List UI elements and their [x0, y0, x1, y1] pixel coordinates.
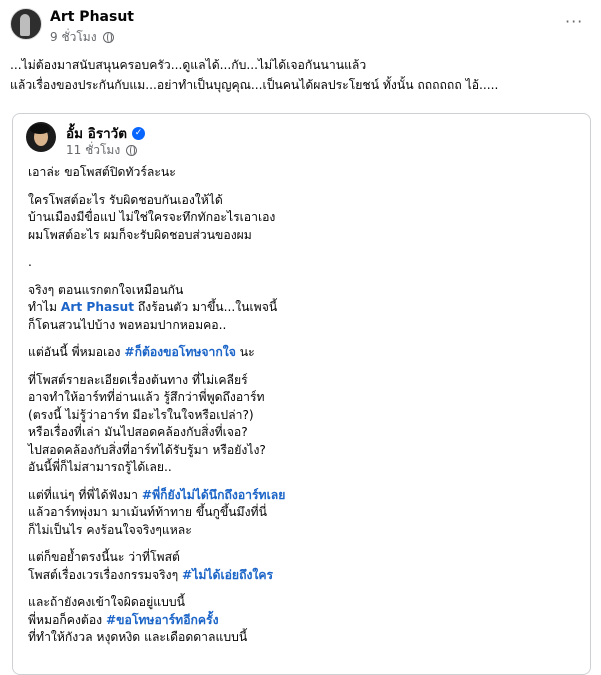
body-line: โพสต์เรื่องเวรเรื่องกรรมจริงๆ #ไม่ได้เอ่…	[28, 567, 578, 585]
body-line: หรือเรื่องที่เล่า มันไปสอดคล้องกับสิ่งที…	[28, 425, 248, 439]
body-text: ทำไม	[28, 300, 61, 314]
shared-time[interactable]: 11 ชั่วโมง	[66, 141, 120, 160]
body-line: แต่ก็ขอย้ำตรงนี้นะ ว่าที่โพสต์	[28, 550, 180, 564]
body-text: ถึงร้อนตัว มาขึ้น...ในเพจนี้	[134, 300, 278, 314]
body-line: และถ้ายังคงเข้าใจผิดอยู่แบบนี้	[28, 595, 185, 609]
post-time[interactable]: 9 ชั่วโมง	[50, 28, 97, 47]
body-text: แต่อันนี้ พี่หมอเอง	[28, 345, 125, 359]
author-avatar[interactable]	[10, 8, 42, 40]
body-line: .	[28, 255, 32, 269]
body-line: แล้วอาร์ทพุ่งมา มาเม้นท์ท้าทาย ขึ้นกูขึ้…	[28, 505, 267, 519]
hashtag-link[interactable]: #ไม่ได้เอ่ยถึงใคร	[182, 568, 273, 582]
shared-post-card[interactable]: อั้ม อิราวัต ✓ 11 ชั่วโมง เอาล่ะ ขอโพสต์…	[12, 113, 591, 675]
hashtag-link[interactable]: #ก็ต้องขอโทษจากใจ	[124, 345, 236, 359]
more-options-button[interactable]: ···	[565, 12, 583, 31]
body-line: อาจทำให้อาร์ทที่อ่านแล้ว รู้สึกว่าพี่พูด…	[28, 390, 265, 404]
post-meta: 9 ชั่วโมง	[50, 28, 114, 47]
post-author-name[interactable]: Art Phasut	[50, 9, 134, 25]
body-line: เอาล่ะ ขอโพสต์ปิดทัวร์ละนะ	[28, 165, 176, 179]
body-line: ใครโพสต์อะไร รับผิดชอบกันเองให้ได้	[28, 192, 223, 207]
body-line: ก็ไม่เป็นไร คงร้อนใจจริงๆแหละ	[28, 522, 192, 537]
shared-author-avatar[interactable]	[26, 122, 56, 152]
body-text: โพสต์เรื่องเวรเรื่องกรรมจริงๆ	[28, 567, 183, 582]
body-text: แต่ที่แน่ๆ ที่พี่ได้ฟังมา	[28, 487, 142, 502]
mention-link[interactable]: Art Phasut	[61, 300, 134, 314]
body-line: ผมโพสต์อะไร ผมก็จะรับผิดชอบส่วนของผม	[28, 227, 252, 242]
body-text: นะ	[235, 345, 255, 359]
shared-post-body: เอาล่ะ ขอโพสต์ปิดทัวร์ละนะ ใครโพสต์อะไร …	[28, 164, 578, 647]
globe-icon	[102, 32, 114, 43]
body-line: ก็โดนสวนไปบ้าง พอหอมปากหอมคอ..	[28, 317, 227, 332]
hashtag-link[interactable]: #พี่ก็ยังไม่ได้นึกถึงอาร์ทเลย	[142, 488, 285, 502]
body-line: พี่หมอก็คงต้อง #ขอโทษอาร์ทอีกครั้ง	[28, 612, 578, 630]
hashtag-link[interactable]: #ขอโทษอาร์ทอีกครั้ง	[106, 613, 219, 627]
body-line: ที่โพสต์รายละเอียดเรื่องต้นทาง ที่ไม่เคล…	[28, 372, 248, 387]
body-line: บ้านเมืองมีขื่อแป ไม่ใช่ใครจะทึกทักอะไรเ…	[28, 210, 276, 224]
body-line: อันนี้พี่ก็ไม่สามารถรู้ได้เลย..	[28, 460, 172, 474]
body-line: แต่ที่แน่ๆ ที่พี่ได้ฟังมา #พี่ก็ยังไม่ได…	[28, 487, 578, 505]
body-line: จริงๆ ตอนแรกตกใจเหมือนกัน	[28, 282, 184, 297]
shared-meta: 11 ชั่วโมง	[66, 141, 138, 160]
globe-icon	[126, 145, 138, 156]
body-line: ที่ทำให้กังวล หงุดหงิด และเดือดดาลแบบนี้	[28, 630, 248, 644]
body-line: แต่อันนี้ พี่หมอเอง #ก็ต้องขอโทษจากใจ นะ	[28, 344, 578, 362]
body-text: พี่หมอก็คงต้อง	[28, 612, 106, 627]
body-line: ไปสอดคล้องกับสิ่งที่อาร์ทได้รับรู้มา หรื…	[28, 442, 266, 457]
verified-badge-icon: ✓	[132, 126, 145, 140]
body-line: (ตรงนี้ ไม่รู้ว่าอาร์ท มีอะไรในใจหรือเปล…	[28, 407, 254, 422]
post-header: Art Phasut 9 ชั่วโมง ···	[0, 0, 601, 50]
post-caption: ...ไม่ต้องมาสนับสนุนครอบครัว...ดูแลได้..…	[10, 58, 499, 92]
body-line: ทำไม Art Phasut ถึงร้อนตัว มาขึ้น...ในเพ…	[28, 299, 578, 317]
